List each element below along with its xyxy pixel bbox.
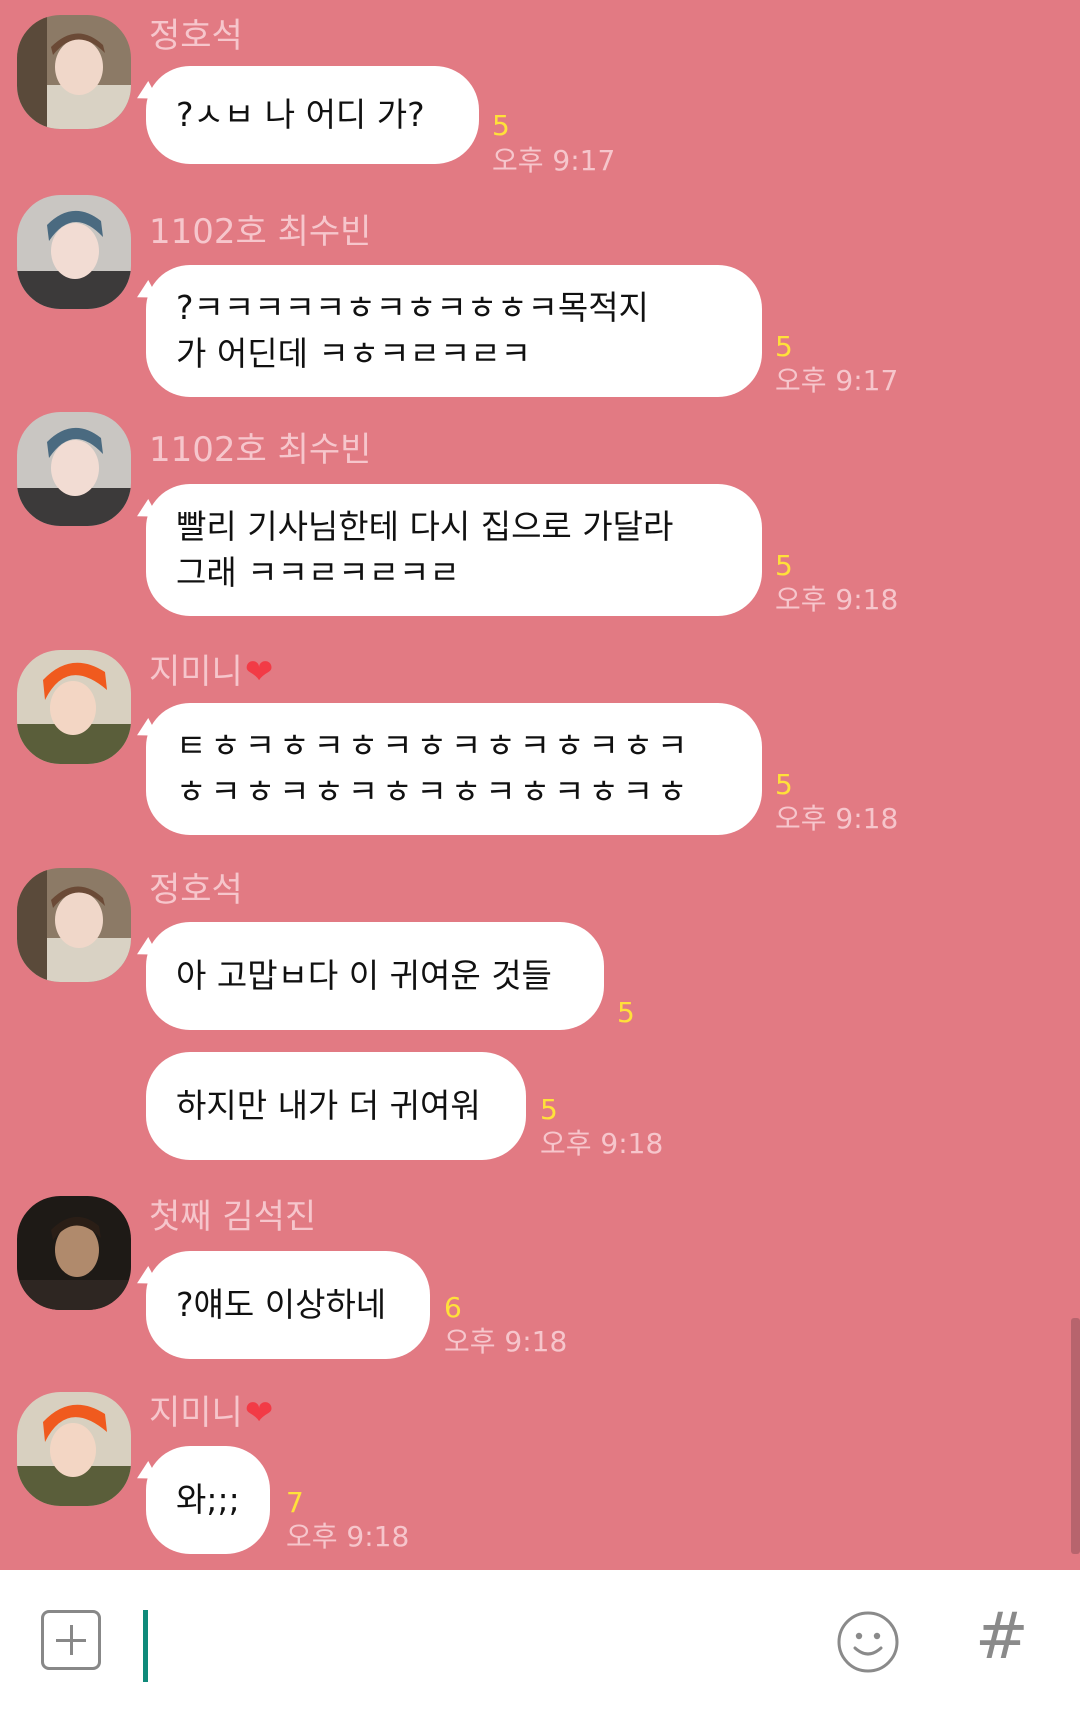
message-text: 빨리 기사님한테 다시 집으로 가달라 [176,507,674,546]
unread-count: 5 [775,549,793,582]
unread-count: 5 [492,109,510,142]
hashtag-button[interactable]: # [975,1602,1029,1672]
message-time: 오후 9:18 [286,1520,410,1553]
message-bubble[interactable]: 빨리 기사님한테 다시 집으로 가달라 그래 ㅋㅋㄹㅋㄹㅋㄹ [146,484,762,616]
message-bubble[interactable]: 와;;; [146,1446,270,1554]
unread-count: 7 [286,1486,304,1519]
avatar[interactable] [17,195,131,309]
unread-count: 5 [775,768,793,801]
avatar[interactable] [17,650,131,764]
sender-name: 1102호 최수빈 [149,430,372,470]
scrollbar-thumb[interactable] [1071,1318,1080,1554]
message-text: ㅌㅎㅋㅎㅋㅎㅋㅎㅋㅎㅋㅎㅋㅎㅋ [176,726,692,765]
message-input[interactable] [143,1610,148,1682]
message-bubble[interactable]: 하지만 내가 더 귀여워 [146,1052,526,1160]
message-text: 가 어딘데 ㅋㅎㅋㄹㅋㄹㅋ [176,334,531,373]
unread-count: 6 [444,1291,462,1324]
avatar[interactable] [17,868,131,982]
sender-name: 정호석 [149,870,243,910]
avatar[interactable] [17,1392,131,1506]
message-bubble[interactable]: ?얘도 이상하네 [146,1251,430,1359]
message-text: ?ㅅㅂ 나 어디 가? [176,95,425,134]
heart-icon: ❤ [244,652,274,692]
unread-count: 5 [617,996,635,1029]
sender-name: 1102호 최수빈 [149,212,372,252]
heart-icon: ❤ [244,1393,274,1433]
avatar[interactable] [17,1196,131,1310]
avatar[interactable] [17,15,131,129]
message-time: 오후 9:18 [775,802,899,835]
message-time: 오후 9:18 [444,1325,568,1358]
message-text: 하지만 내가 더 귀여워 [176,1086,481,1125]
message-bubble[interactable]: ?ㅋㅋㅋㅋㅋㅎㅋㅎㅋㅎㅎㅋ목적지 가 어딘데 ㅋㅎㅋㄹㅋㄹㅋ [146,265,762,397]
message-text: ㅎㅋㅎㅋㅎㅋㅎㅋㅎㅋㅎㅋㅎㅋㅎ [176,772,692,811]
message-text: 와;;; [176,1480,240,1519]
message-bubble[interactable]: 아 고맙ㅂ다 이 귀여운 것들 [146,922,604,1030]
message-time: 오후 9:18 [775,583,899,616]
chat-area[interactable]: 정호석 ?ㅅㅂ 나 어디 가? 5 오후 9:17 1102호 최수빈 ?ㅋㅋㅋ… [0,0,1080,1570]
sender-name: 지미니❤ [149,652,274,692]
message-time: 오후 9:17 [775,364,899,397]
smiley-icon[interactable] [836,1610,900,1674]
sender-name: 첫째 김석진 [149,1197,317,1237]
unread-count: 5 [540,1093,558,1126]
message-bubble[interactable]: ㅌㅎㅋㅎㅋㅎㅋㅎㅋㅎㅋㅎㅋㅎㅋ ㅎㅋㅎㅋㅎㅋㅎㅋㅎㅋㅎㅋㅎㅋㅎ [146,703,762,835]
message-text: 그래 ㅋㅋㄹㅋㄹㅋㄹ [176,553,460,592]
message-bubble[interactable]: ?ㅅㅂ 나 어디 가? [146,66,479,164]
message-time: 오후 9:18 [540,1127,664,1160]
message-input-bar: # [0,1570,1080,1715]
sender-name: 지미니❤ [149,1393,274,1433]
message-text: ?ㅋㅋㅋㅋㅋㅎㅋㅎㅋㅎㅎㅋ목적지 [176,288,649,327]
avatar[interactable] [17,412,131,526]
unread-count: 5 [775,330,793,363]
plus-square-icon[interactable] [41,1610,101,1670]
sender-name: 정호석 [149,16,243,56]
message-text: ?얘도 이상하네 [176,1285,387,1324]
message-text: 아 고맙ㅂ다 이 귀여운 것들 [176,956,552,995]
message-time: 오후 9:17 [492,144,616,177]
